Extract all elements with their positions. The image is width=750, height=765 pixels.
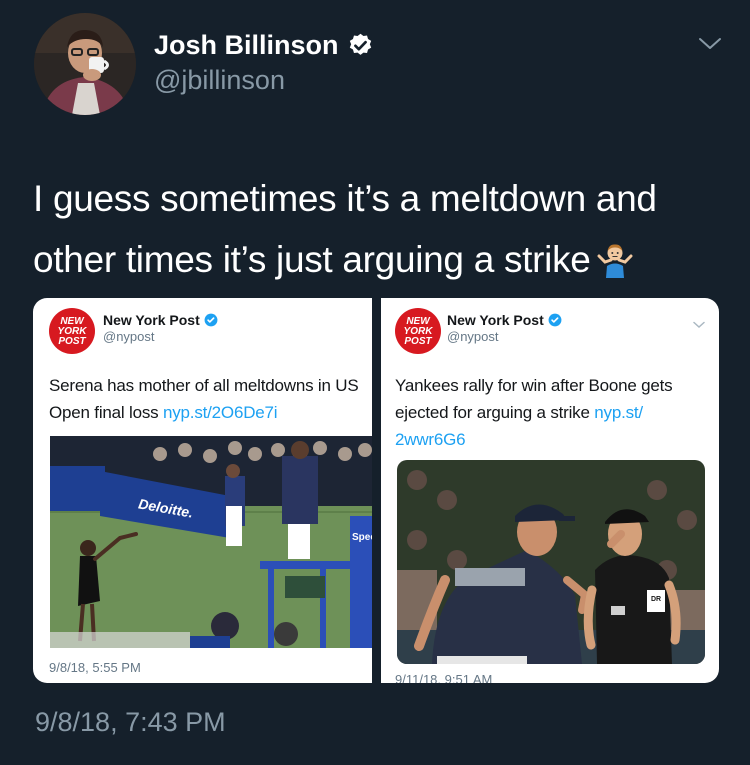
embed-link-part1[interactable]: nyp.st/ xyxy=(594,403,643,422)
nypost-logo-icon: NEW YORK POST xyxy=(49,308,95,354)
embed-author-handle: @nypost xyxy=(447,329,499,344)
embed-author-name-text: New York Post xyxy=(103,312,200,328)
nyp-logo-word-3: POST xyxy=(58,336,86,347)
embedded-tweet-yankees[interactable]: NEW YORK POST New York Post @nypost Yank… xyxy=(381,298,719,683)
embed-date[interactable]: 9/11/18, 9:51 AM xyxy=(395,672,492,683)
nypost-logo-icon: NEW YORK POST xyxy=(395,308,441,354)
author-avatar[interactable] xyxy=(34,13,136,115)
tweet-text-content: I guess sometimes it’s a meltdown and ot… xyxy=(33,178,657,280)
nyp-logo-word-3: POST xyxy=(404,336,432,347)
chevron-down-icon[interactable] xyxy=(693,316,705,334)
embed-author-handle: @nypost xyxy=(103,329,155,344)
embed-photo-yankees[interactable]: DR xyxy=(397,460,705,664)
embed-author-name: New York Post xyxy=(447,312,562,328)
umpire-badge-text: DR xyxy=(651,596,661,603)
author-name-text[interactable]: Josh Billinson xyxy=(154,30,339,61)
verified-icon xyxy=(548,313,562,327)
person-shrugging-icon xyxy=(595,235,635,278)
embed-photo-serena[interactable]: Deloitte. Spec xyxy=(50,436,372,648)
tweet-text: I guess sometimes it’s a meltdown and ot… xyxy=(33,168,733,290)
embed-author-name-text: New York Post xyxy=(447,312,544,328)
author-handle[interactable]: @jbillinson xyxy=(154,65,285,96)
embed-link[interactable]: nyp.st/2O6De7i xyxy=(163,403,278,422)
embedded-tweet-serena[interactable]: NEW YORK POST New York Post @nypost Sere… xyxy=(33,298,372,683)
verified-icon xyxy=(204,313,218,327)
chevron-down-icon[interactable] xyxy=(697,34,723,54)
embed-author-name: New York Post xyxy=(103,312,218,328)
photo-chair-sign-text: Spec xyxy=(352,532,372,543)
embed-text: Yankees rally for win after Boone gets e… xyxy=(395,372,713,453)
embed-date[interactable]: 9/8/18, 5:55 PM xyxy=(49,660,141,675)
tweet-timestamp[interactable]: 9/8/18, 7:43 PM xyxy=(35,707,226,738)
verified-icon xyxy=(347,32,374,59)
author-name[interactable]: Josh Billinson xyxy=(154,30,374,61)
embed-link-part2[interactable]: 2wwr6G6 xyxy=(395,430,466,449)
embed-text: Serena has mother of all meltdowns in US… xyxy=(49,372,367,426)
